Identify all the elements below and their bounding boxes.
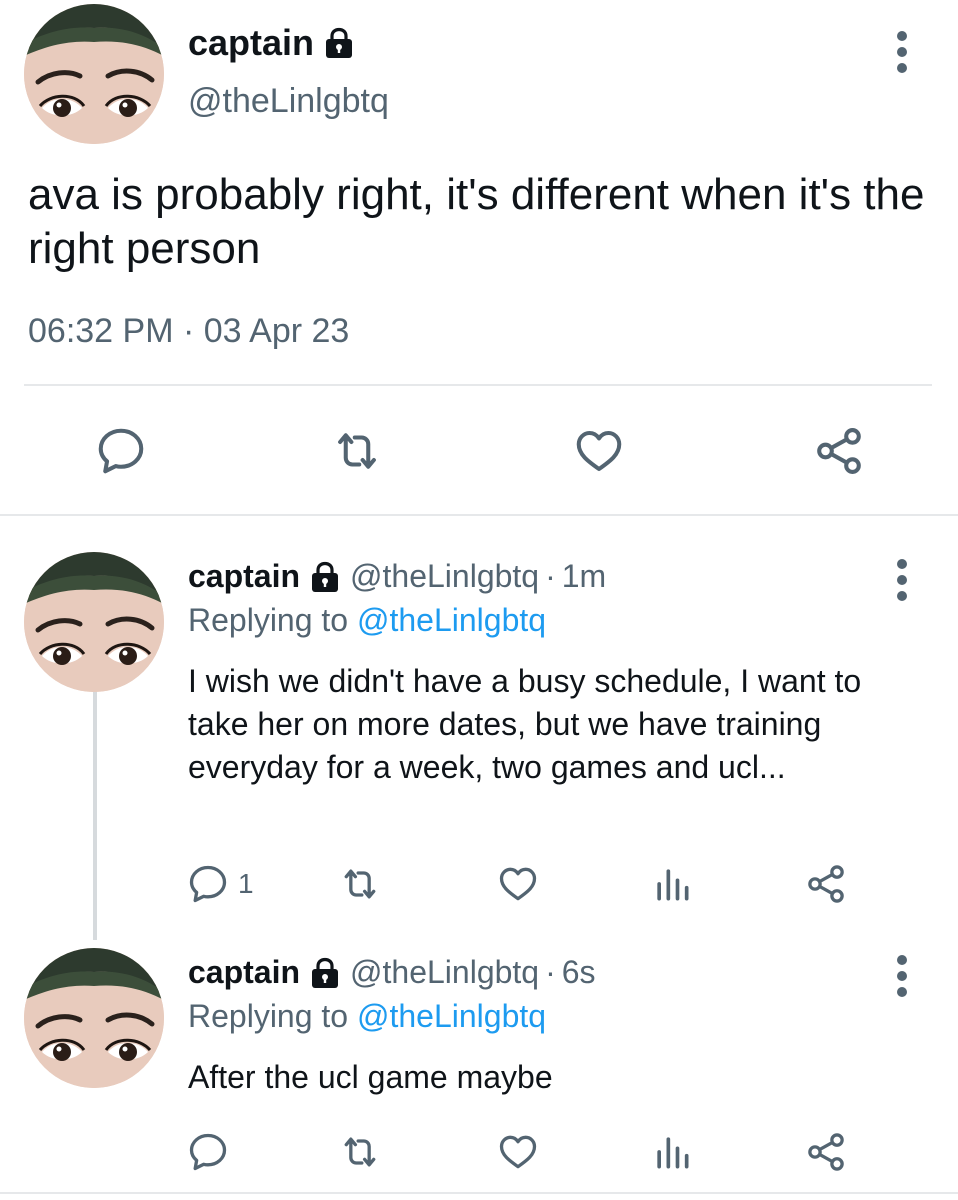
section-divider [0,514,958,516]
reply-icon [94,424,148,478]
reply-2-retweet-button[interactable] [338,1130,382,1174]
main-like-button[interactable] [572,424,626,478]
reply-1-more-options-icon[interactable] [894,558,910,602]
reply-1-reply-button[interactable]: 1 [186,862,254,906]
replying-to-prefix: Replying to [188,602,349,638]
reply-1-avatar[interactable] [24,552,164,692]
reply-2-stats-button[interactable] [650,1130,694,1174]
reply-2-header: captain @theLinlgbtq · 6s [188,954,596,991]
reply-1-separator: · [545,558,556,594]
like-icon [496,862,540,906]
reply-2-time: 6s [561,954,596,990]
replying-to-mention[interactable]: @theLinlgbtq [357,998,546,1034]
reply-1-share-button[interactable] [804,862,848,906]
reply-1-text: I wish we didn't have a busy schedule, I… [188,663,862,785]
share-icon [804,862,848,906]
reply-2-author-name[interactable]: captain [188,954,300,991]
reply-icon [186,862,230,906]
reply-1-like-button[interactable] [496,862,540,906]
reply-1-stats-button[interactable] [650,862,694,906]
more-options-icon[interactable] [894,30,910,74]
main-author-name[interactable]: captain [188,22,354,64]
reply-1-reply-count: 1 [238,868,254,899]
lock-icon [310,561,340,593]
like-icon [572,424,626,478]
reply-2-author-handle[interactable]: @theLinlgbtq [350,954,539,991]
retweet-icon [338,1130,382,1174]
retweet-icon [330,424,384,478]
thread-line [93,690,97,940]
reply-1-author-handle[interactable]: @theLinlgbtq [350,558,539,595]
main-tweet-meta: 06:32 PM · 03 Apr 23 [28,312,349,351]
reply-2-text: After the ucl game maybe [188,1059,553,1095]
main-avatar[interactable] [24,4,164,144]
reply-2-replying-to: Replying to @theLinlgbtq [188,998,546,1035]
reply-2-separator: · [545,954,556,990]
lock-icon [324,27,354,59]
reply-2-reply-button[interactable] [186,1130,230,1174]
like-icon [496,1130,540,1174]
replying-to-mention[interactable]: @theLinlgbtq [357,602,546,638]
reply-1-author-name[interactable]: captain [188,558,300,595]
replying-to-prefix: Replying to [188,998,349,1034]
stats-icon [650,1130,694,1174]
share-icon [812,424,866,478]
reply-2-more-options-icon[interactable] [894,954,910,998]
reply-1-replying-to: Replying to @theLinlgbtq [188,602,546,639]
reply-2-avatar[interactable] [24,948,164,1088]
reply-2-share-button[interactable] [804,1130,848,1174]
main-tweet-date: 03 Apr 23 [203,312,350,350]
reply-2-like-button[interactable] [496,1130,540,1174]
main-retweet-button[interactable] [330,424,384,478]
main-share-button[interactable] [812,424,866,478]
main-tweet-text: ava is probably right, it's different wh… [28,170,925,273]
lock-icon [310,957,340,989]
main-reply-button[interactable] [94,424,148,478]
retweet-icon [338,862,382,906]
meta-separator: · [182,312,195,350]
main-divider [24,384,932,386]
share-icon [804,1130,848,1174]
stats-icon [650,862,694,906]
bottom-divider [0,1192,958,1194]
main-author-name-text[interactable]: captain [188,22,314,64]
reply-1-time: 1m [561,558,607,594]
main-tweet-time: 06:32 PM [28,312,174,350]
reply-icon [186,1130,230,1174]
reply-1-retweet-button[interactable] [338,862,382,906]
main-author-handle[interactable]: @theLinlgbtq [188,82,389,121]
reply-1-header: captain @theLinlgbtq · 1m [188,558,606,595]
